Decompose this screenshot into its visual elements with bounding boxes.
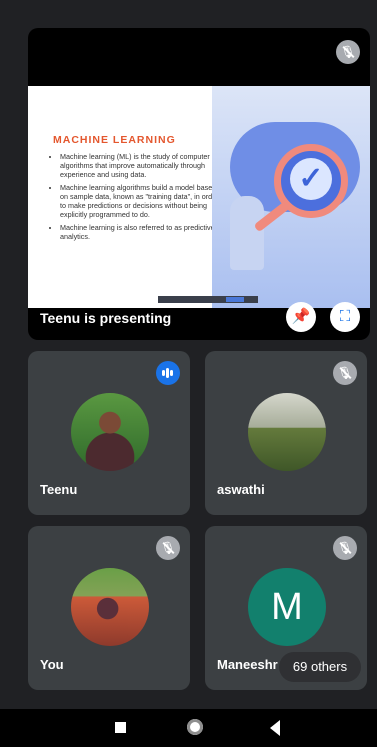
participant-name: aswathi [217, 482, 265, 497]
android-navigation-bar [0, 709, 377, 747]
speaking-indicator-icon [156, 361, 180, 385]
home-icon[interactable] [187, 719, 203, 735]
participant-tile-you[interactable]: 🎙 You [28, 526, 190, 690]
slide-bullet: Machine learning is also referred to as … [60, 223, 220, 241]
fullscreen-icon: ⛶ [339, 308, 351, 325]
slide-bullets: Machine learning (ML) is the study of co… [52, 152, 220, 245]
shared-slide: MACHINE LEARNING Machine learning (ML) i… [28, 86, 370, 308]
participant-name: Teenu [40, 482, 78, 497]
meeting-screen: 🎙 MACHINE LEARNING Machine learning (ML)… [0, 0, 377, 747]
avatar [248, 393, 326, 471]
mic-off-icon: 🎙 [333, 361, 357, 385]
check-icon: ✓ [290, 158, 332, 200]
fullscreen-button[interactable]: ⛶ [330, 302, 360, 332]
pin-button[interactable]: 📌 [286, 302, 316, 332]
back-icon[interactable] [270, 720, 280, 736]
others-button[interactable]: 69 others [279, 652, 361, 682]
presentation-control-button [226, 297, 244, 302]
participant-tile-teenu[interactable]: Teenu [28, 351, 190, 515]
pin-icon: 📌 [291, 308, 311, 325]
slide-illustration: ✓ [212, 86, 370, 308]
participant-tile-aswathi[interactable]: 🎙 aswathi [205, 351, 367, 515]
avatar [71, 393, 149, 471]
mic-off-icon: 🎙 [333, 536, 357, 560]
presentation-stage[interactable]: 🎙 MACHINE LEARNING Machine learning (ML)… [28, 28, 370, 340]
avatar [71, 568, 149, 646]
slide-bullet: Machine learning (ML) is the study of co… [60, 152, 220, 179]
slide-bullet: Machine learning algorithms build a mode… [60, 183, 220, 219]
slide-title: MACHINE LEARNING [53, 134, 176, 146]
presenting-label: Teenu is presenting [40, 310, 172, 326]
participant-name: You [40, 657, 64, 672]
participant-name: Maneeshr [217, 657, 278, 672]
mic-off-icon: 🎙 [336, 40, 360, 64]
avatar-initial: M [248, 568, 326, 646]
recent-apps-icon[interactable] [115, 722, 126, 733]
robot-illustration [230, 196, 264, 270]
presentation-controls-bar [158, 296, 258, 303]
mic-off-icon: 🎙 [156, 536, 180, 560]
